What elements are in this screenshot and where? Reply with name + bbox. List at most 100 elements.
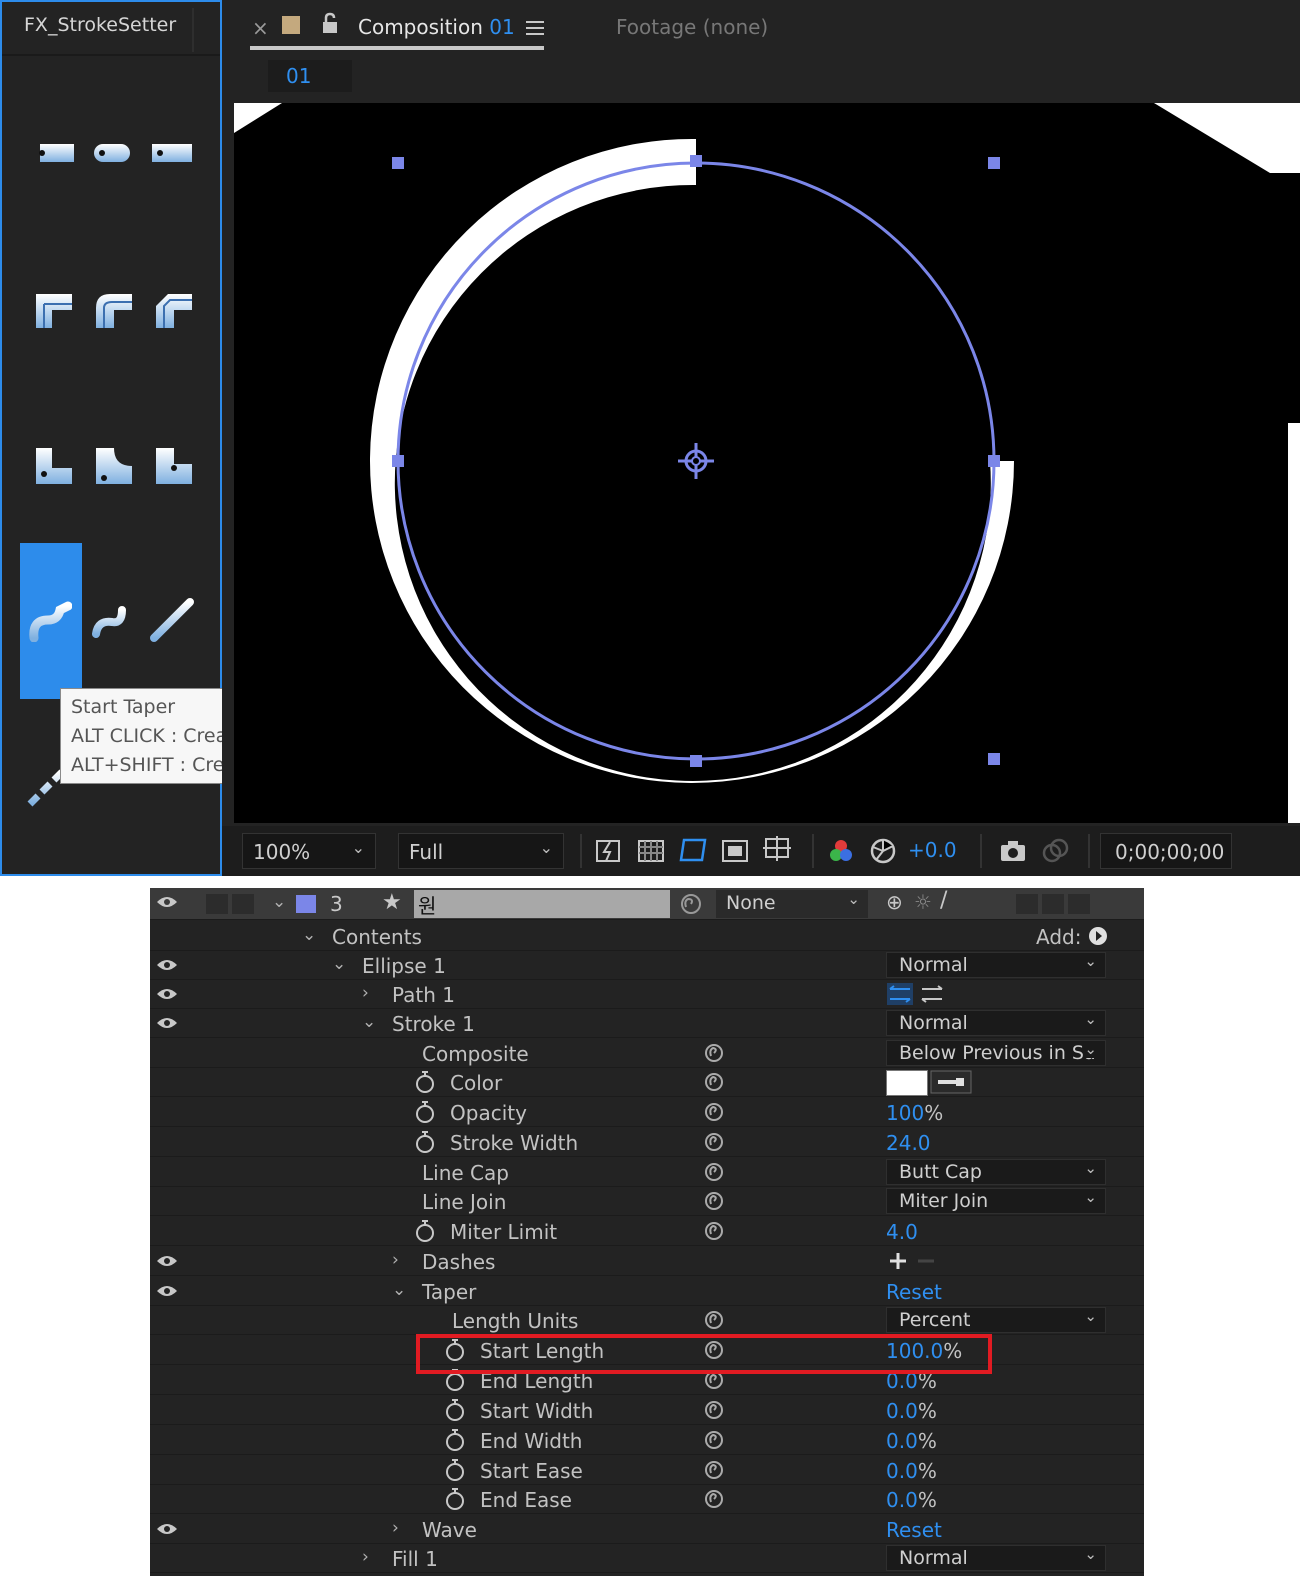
switch-toggle[interactable] — [1068, 894, 1090, 914]
round-cap-icon[interactable] — [34, 130, 78, 174]
label-color-swatch[interactable] — [296, 895, 316, 913]
line-cap-dropdown[interactable]: Butt Cap ⌄ — [886, 1159, 1106, 1185]
stopwatch-icon[interactable] — [444, 1398, 466, 1422]
eye-icon[interactable] — [156, 1521, 178, 1537]
tab-footage[interactable]: Footage (none) — [616, 15, 768, 39]
composite-dropdown[interactable]: Below Previous in Sa ⌄ — [886, 1040, 1106, 1066]
switch-toggle[interactable] — [1042, 894, 1064, 914]
expression-pickwhip-icon[interactable] — [703, 1042, 725, 1064]
grid-guides-icon[interactable] — [762, 834, 792, 864]
expression-pickwhip-icon[interactable] — [703, 1309, 725, 1331]
stroke-width-value[interactable]: 24.0 — [886, 1131, 931, 1155]
stopwatch-icon[interactable] — [414, 1219, 436, 1243]
chevron-right-icon[interactable]: › — [392, 1250, 399, 1270]
camera-icon[interactable] — [998, 836, 1028, 866]
opacity-row[interactable]: Opacity 100% — [150, 1098, 1144, 1127]
chevron-right-icon[interactable]: › — [362, 983, 369, 1003]
stopwatch-icon[interactable] — [444, 1428, 466, 1452]
blend-mode-dropdown[interactable]: Normal ⌄ — [886, 1545, 1106, 1571]
composition-viewer[interactable] — [234, 103, 1300, 823]
line-join-dropdown[interactable]: Miter Join ⌄ — [886, 1188, 1106, 1214]
chevron-down-icon[interactable]: ⌄ — [362, 1012, 376, 1032]
chevron-right-icon[interactable]: › — [362, 1547, 369, 1567]
wave-row[interactable]: › Wave Reset — [150, 1515, 1144, 1544]
opacity-value[interactable]: 100% — [886, 1101, 943, 1125]
lock-icon[interactable] — [320, 12, 340, 34]
corner-icon[interactable] — [152, 444, 196, 488]
bbox-handle[interactable] — [988, 157, 1000, 169]
end-width-value[interactable]: 0.0% — [886, 1429, 937, 1453]
length-units-dropdown[interactable]: Percent ⌄ — [886, 1307, 1106, 1333]
breadcrumb[interactable]: 01 — [268, 60, 352, 92]
expression-pickwhip-icon[interactable] — [703, 1399, 725, 1421]
line-join-row[interactable]: Line Join Miter Join ⌄ — [150, 1187, 1144, 1216]
eye-icon[interactable] — [156, 1015, 178, 1031]
stroke-row[interactable]: ⌄ Stroke 1 Normal ⌄ — [150, 1009, 1144, 1038]
stroke-width-row[interactable]: Stroke Width 24.0 — [150, 1128, 1144, 1157]
round-cap-icon[interactable] — [90, 130, 134, 174]
expression-pickwhip-icon[interactable] — [703, 1488, 725, 1510]
blend-mode-dropdown[interactable]: Normal ⌄ — [886, 1010, 1106, 1036]
expression-pickwhip-icon[interactable] — [703, 1161, 725, 1183]
expression-pickwhip-icon[interactable] — [703, 1459, 725, 1481]
anchor-point-icon[interactable] — [678, 443, 714, 479]
path-vertex[interactable] — [690, 755, 702, 767]
path-vertex[interactable] — [690, 155, 702, 167]
start-taper-icon[interactable] — [28, 598, 72, 642]
stopwatch-icon[interactable] — [414, 1130, 436, 1154]
wave-reset-link[interactable]: Reset — [886, 1518, 942, 1542]
end-taper-icon[interactable] — [90, 598, 134, 642]
color-management-icon[interactable] — [868, 836, 898, 866]
shy-switch-icon[interactable]: ⊕ — [886, 890, 903, 914]
path-vertex[interactable] — [392, 455, 404, 467]
zoom-dropdown[interactable]: 100% ⌄ — [242, 833, 376, 869]
eye-icon[interactable] — [156, 894, 178, 910]
chevron-right-icon[interactable]: › — [392, 1518, 399, 1538]
expression-pickwhip-icon[interactable] — [703, 1071, 725, 1093]
end-width-row[interactable]: End Width 0.0% — [150, 1426, 1144, 1455]
lock-toggle[interactable] — [232, 894, 254, 914]
add-dash-icon[interactable] — [888, 1251, 908, 1271]
layer-row[interactable]: ⌄ 3 ★ 원 None ⌄ ⊕ ☼ / — [150, 888, 1144, 920]
path-vertex[interactable] — [988, 455, 1000, 467]
region-of-interest-icon[interactable] — [720, 836, 750, 866]
layer-name-field[interactable]: 원 — [414, 890, 670, 918]
tab-composition[interactable]: Composition 01 — [358, 15, 515, 39]
chevron-down-icon[interactable]: ⌄ — [332, 954, 346, 974]
stopwatch-icon[interactable] — [444, 1487, 466, 1511]
start-ease-value[interactable]: 0.0% — [886, 1459, 937, 1483]
expression-pickwhip-icon[interactable] — [703, 1220, 725, 1242]
channel-icon[interactable] — [826, 836, 856, 866]
quality-switch-icon[interactable]: / — [940, 888, 947, 913]
miter-limit-row[interactable]: Miter Limit 4.0 — [150, 1217, 1144, 1246]
close-tab-button[interactable]: × — [252, 16, 269, 40]
bevel-join-icon[interactable] — [152, 288, 196, 332]
start-width-value[interactable]: 0.0% — [886, 1399, 937, 1423]
path-direction-icon[interactable] — [918, 982, 946, 1006]
expression-pickwhip-icon[interactable] — [703, 1190, 725, 1212]
line-cap-row[interactable]: Line Cap Butt Cap ⌄ — [150, 1158, 1144, 1187]
contents-row[interactable]: ⌄ Contents Add: — [150, 922, 1144, 951]
taper-row[interactable]: ⌄ Taper Reset — [150, 1277, 1144, 1306]
corner-icon[interactable] — [32, 444, 76, 488]
both-taper-icon[interactable] — [150, 598, 194, 642]
chevron-down-icon[interactable]: ⌄ — [302, 925, 316, 945]
ellipse-row[interactable]: ⌄ Ellipse 1 Normal ⌄ — [150, 951, 1144, 980]
stopwatch-icon[interactable] — [414, 1070, 436, 1094]
timecode-field[interactable]: 0;00;00;00 — [1100, 833, 1232, 869]
expression-pickwhip-icon[interactable] — [703, 1429, 725, 1451]
bbox-handle[interactable] — [392, 157, 404, 169]
end-ease-row[interactable]: End Ease 0.0% — [150, 1485, 1144, 1514]
end-ease-value[interactable]: 0.0% — [886, 1488, 937, 1512]
chevron-down-icon[interactable]: ⌄ — [272, 892, 286, 912]
miter-join-icon[interactable] — [32, 288, 76, 332]
path-direction-icon[interactable] — [886, 982, 914, 1006]
color-row[interactable]: Color — [150, 1068, 1144, 1097]
blend-mode-dropdown[interactable]: Normal ⌄ — [886, 952, 1106, 978]
switch-toggle[interactable] — [1016, 894, 1038, 914]
dashes-row[interactable]: › Dashes — [150, 1247, 1144, 1276]
expression-pickwhip-icon[interactable] — [703, 1101, 725, 1123]
eye-icon[interactable] — [156, 957, 178, 973]
composite-row[interactable]: Composite Below Previous in Sa ⌄ — [150, 1039, 1144, 1068]
eye-icon[interactable] — [156, 1253, 178, 1269]
